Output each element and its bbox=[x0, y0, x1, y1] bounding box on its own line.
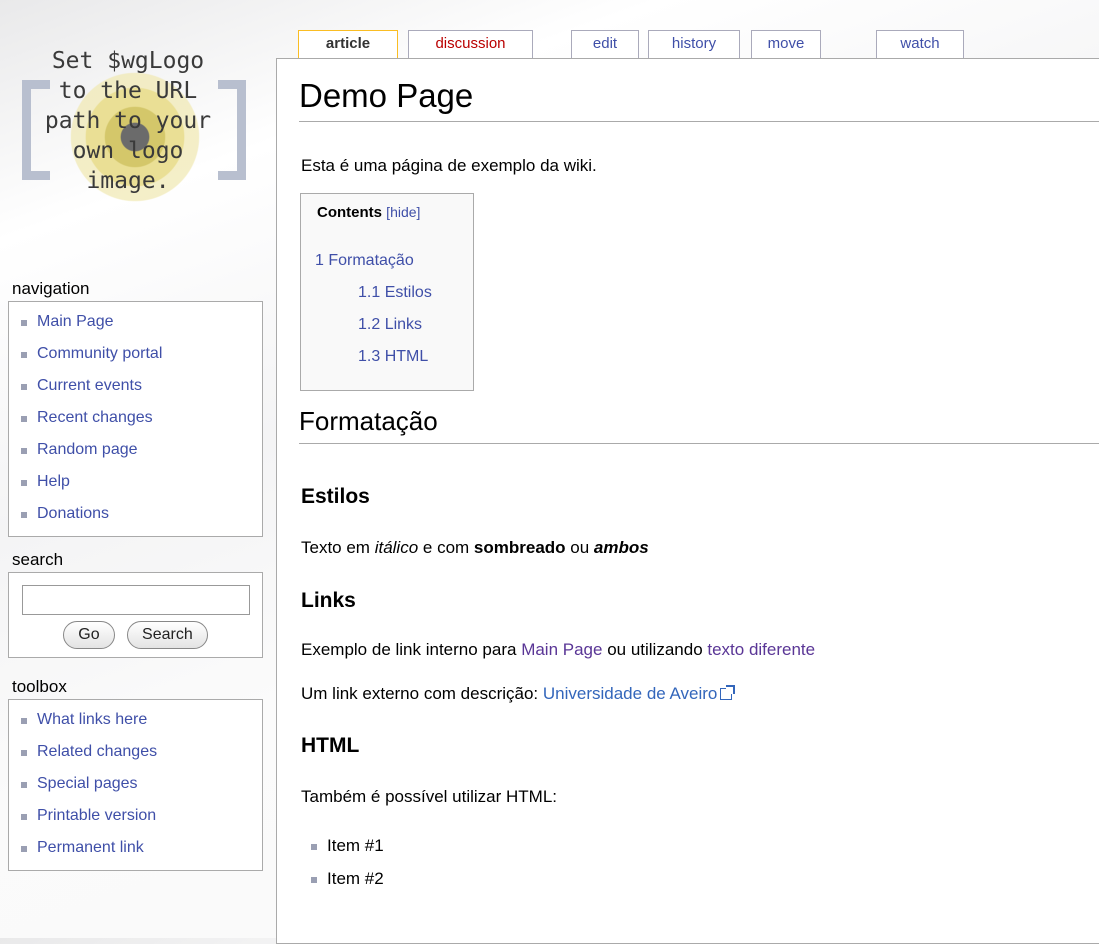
search-input[interactable] bbox=[21, 585, 250, 615]
table-of-contents: Contents [hide] 1 Formatação 1.1 Estilos… bbox=[300, 193, 474, 391]
toolbox-portlet: toolbox What links here Related changes … bbox=[8, 675, 263, 871]
estilos-italic: itálico bbox=[374, 538, 419, 557]
nav-item-random-page[interactable]: Random page bbox=[17, 434, 254, 466]
estilos-or: ou bbox=[565, 538, 594, 557]
toolbox-body: What links here Related changes Special … bbox=[8, 699, 263, 871]
go-button[interactable]: Go bbox=[63, 621, 115, 649]
section-heading-links: Links bbox=[301, 589, 356, 612]
toolbox-title: toolbox bbox=[12, 677, 67, 696]
tab-move[interactable]: move bbox=[751, 30, 821, 59]
links-line1-mid: ou utilizando bbox=[602, 640, 708, 659]
links-paragraph-internal: Exemplo de link interno para Main Page o… bbox=[301, 640, 815, 660]
toc-toggle-label[interactable]: hide bbox=[390, 204, 416, 220]
toc-entry-formatacao[interactable]: 1 Formatação bbox=[315, 252, 414, 270]
nav-item-donations[interactable]: Donations bbox=[17, 498, 254, 530]
tab-discussion[interactable]: discussion bbox=[408, 30, 533, 59]
navigation-portlet: navigation Main Page Community portal Cu… bbox=[8, 277, 263, 537]
nav-item-recent-changes[interactable]: Recent changes bbox=[17, 402, 254, 434]
toolbox-item-printable-version[interactable]: Printable version bbox=[17, 800, 254, 832]
nav-item-help[interactable]: Help bbox=[17, 466, 254, 498]
search-portlet: search Go Search bbox=[8, 548, 263, 658]
estilos-prefix: Texto em bbox=[301, 538, 375, 557]
search-title: search bbox=[12, 550, 64, 569]
navigation-title: navigation bbox=[12, 279, 90, 298]
links-line2-prefix: Um link externo com descrição: bbox=[301, 684, 543, 703]
tab-article[interactable]: article bbox=[298, 30, 398, 60]
html-paragraph: Também é possível utilizar HTML: bbox=[301, 787, 558, 806]
logo-text: Set $wgLogo to the URL path to your own … bbox=[44, 48, 212, 194]
toc-entry-estilos[interactable]: 1.1 Estilos bbox=[358, 284, 432, 302]
toolbox-item-permanent-link[interactable]: Permanent link bbox=[17, 832, 254, 864]
toc-entry-links[interactable]: 1.2 Links bbox=[358, 316, 422, 334]
toc-title: Contents [hide] bbox=[317, 204, 459, 221]
estilos-paragraph: Texto em itálico e com sombreado ou ambo… bbox=[301, 538, 649, 558]
external-link-icon bbox=[720, 685, 736, 700]
nav-item-community-portal[interactable]: Community portal bbox=[17, 338, 254, 370]
article-content: Demo Page Esta é uma página de exemplo d… bbox=[276, 58, 1099, 944]
site-logo[interactable]: Set $wgLogo to the URL path to your own … bbox=[8, 38, 263, 238]
intro-text: Esta é uma página de exemplo da wiki. bbox=[301, 156, 597, 175]
navigation-body: Main Page Community portal Current event… bbox=[8, 301, 263, 537]
toc-title-text: Contents bbox=[317, 204, 382, 221]
nav-item-main-page[interactable]: Main Page bbox=[17, 306, 254, 338]
tab-watch[interactable]: watch bbox=[876, 30, 964, 59]
links-paragraph-external: Um link externo com descrição: Universid… bbox=[301, 684, 736, 704]
page-title: Demo Page bbox=[299, 77, 1099, 122]
search-body: Go Search bbox=[8, 572, 263, 658]
section-heading-formatacao: Formatação bbox=[299, 406, 1099, 444]
estilos-both: ambos bbox=[593, 538, 649, 557]
link-texto-diferente[interactable]: texto diferente bbox=[707, 640, 815, 659]
toc-entry-html[interactable]: 1.3 HTML bbox=[358, 348, 428, 366]
link-universidade-de-aveiro[interactable]: Universidade de Aveiro bbox=[543, 684, 718, 703]
list-item: Item #1 bbox=[309, 829, 384, 862]
tab-history[interactable]: history bbox=[648, 30, 740, 59]
search-button[interactable]: Search bbox=[127, 621, 208, 649]
section-heading-html: HTML bbox=[301, 734, 360, 757]
links-line1-prefix: Exemplo de link interno para bbox=[301, 640, 522, 659]
tab-edit[interactable]: edit bbox=[571, 30, 639, 59]
list-item: Item #2 bbox=[309, 862, 384, 895]
toc-toggle[interactable]: [hide] bbox=[386, 204, 420, 220]
toolbox-item-what-links-here[interactable]: What links here bbox=[17, 704, 254, 736]
section-heading-estilos: Estilos bbox=[301, 485, 370, 508]
html-item-list: Item #1 Item #2 bbox=[309, 829, 384, 895]
estilos-mid: e com bbox=[418, 538, 474, 557]
toolbox-item-related-changes[interactable]: Related changes bbox=[17, 736, 254, 768]
link-main-page[interactable]: Main Page bbox=[521, 640, 602, 659]
estilos-bold: sombreado bbox=[473, 538, 566, 557]
nav-item-current-events[interactable]: Current events bbox=[17, 370, 254, 402]
toolbox-item-special-pages[interactable]: Special pages bbox=[17, 768, 254, 800]
